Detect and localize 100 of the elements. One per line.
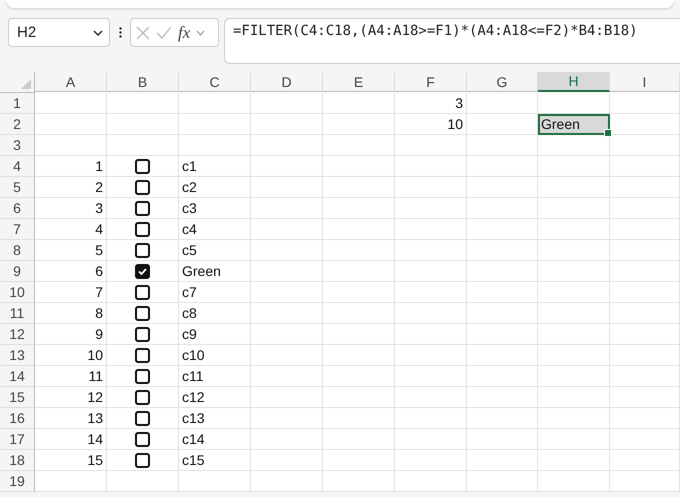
cell[interactable]: 12 — [35, 387, 107, 408]
checkbox[interactable] — [135, 348, 150, 362]
cell[interactable] — [251, 387, 323, 408]
cell[interactable] — [323, 450, 395, 471]
row-header[interactable]: 6 — [0, 198, 35, 219]
name-box[interactable]: H2 — [8, 18, 110, 47]
row-header[interactable]: 17 — [0, 429, 35, 450]
cell[interactable] — [35, 114, 107, 135]
cell[interactable] — [107, 198, 179, 219]
cell[interactable] — [610, 345, 680, 366]
checkbox[interactable] — [135, 200, 150, 216]
cell[interactable]: 2 — [35, 177, 107, 198]
cell[interactable] — [467, 387, 538, 408]
cell[interactable] — [538, 303, 610, 324]
cell[interactable]: c12 — [179, 387, 251, 408]
cell[interactable] — [107, 114, 179, 135]
cell[interactable] — [251, 198, 323, 219]
cell[interactable] — [35, 135, 107, 156]
insert-function-button[interactable]: fx — [178, 22, 190, 42]
checkbox[interactable] — [135, 410, 150, 426]
cell[interactable] — [467, 324, 538, 345]
cell[interactable] — [538, 198, 610, 219]
cell[interactable] — [610, 366, 680, 387]
row-header[interactable]: 9 — [0, 261, 35, 282]
cell[interactable] — [251, 345, 323, 366]
cell[interactable] — [538, 471, 610, 492]
cell[interactable] — [538, 261, 610, 282]
cell[interactable] — [395, 366, 467, 387]
cell[interactable] — [467, 429, 538, 450]
cell[interactable] — [251, 240, 323, 261]
cell[interactable] — [107, 177, 179, 198]
cell[interactable] — [107, 471, 179, 492]
column-header[interactable]: I — [610, 72, 680, 92]
cell[interactable] — [395, 345, 467, 366]
checkbox[interactable] — [135, 158, 150, 174]
column-header[interactable]: C — [179, 72, 251, 92]
cell[interactable] — [323, 303, 395, 324]
cell[interactable] — [251, 261, 323, 282]
cell[interactable] — [323, 345, 395, 366]
row-header[interactable]: 14 — [0, 366, 35, 387]
cell[interactable] — [323, 135, 395, 156]
cell[interactable] — [323, 387, 395, 408]
cell[interactable] — [538, 366, 610, 387]
cell[interactable]: 14 — [35, 429, 107, 450]
cell[interactable] — [107, 135, 179, 156]
row-header[interactable]: 2 — [0, 114, 35, 135]
cell[interactable] — [251, 177, 323, 198]
cell[interactable] — [538, 345, 610, 366]
cell[interactable] — [107, 324, 179, 345]
cell[interactable] — [467, 408, 538, 429]
cell[interactable] — [467, 177, 538, 198]
row-header[interactable]: 12 — [0, 324, 35, 345]
row-header[interactable]: 18 — [0, 450, 35, 471]
cell[interactable] — [610, 324, 680, 345]
row-header[interactable]: 10 — [0, 282, 35, 303]
cell[interactable] — [610, 240, 680, 261]
cell[interactable]: 8 — [35, 303, 107, 324]
cell[interactable] — [107, 450, 179, 471]
cell[interactable]: c1 — [179, 156, 251, 177]
cell[interactable] — [538, 156, 610, 177]
cell[interactable] — [467, 471, 538, 492]
row-header[interactable]: 11 — [0, 303, 35, 324]
cell[interactable] — [395, 261, 467, 282]
row-header[interactable]: 4 — [0, 156, 35, 177]
cell[interactable] — [610, 429, 680, 450]
cell[interactable] — [467, 240, 538, 261]
cell[interactable] — [538, 450, 610, 471]
cell[interactable] — [107, 261, 179, 282]
cell[interactable] — [323, 408, 395, 429]
row-header[interactable]: 7 — [0, 219, 35, 240]
formula-field[interactable]: =FILTER(C4:C18,(A4:A18>=F1)*(A4:A18<=F2)*B4:B18) — [224, 18, 680, 64]
cell[interactable] — [538, 282, 610, 303]
cell[interactable] — [107, 219, 179, 240]
cell[interactable] — [467, 282, 538, 303]
cell[interactable] — [610, 471, 680, 492]
cell[interactable] — [107, 240, 179, 261]
cell[interactable] — [610, 408, 680, 429]
cell[interactable] — [610, 177, 680, 198]
cell[interactable]: 13 — [35, 408, 107, 429]
cell[interactable] — [107, 345, 179, 366]
cell[interactable] — [323, 324, 395, 345]
checkbox[interactable] — [135, 180, 150, 194]
cell[interactable] — [610, 282, 680, 303]
cell[interactable]: 1 — [35, 156, 107, 177]
cell[interactable] — [538, 240, 610, 261]
cell[interactable]: 10 — [35, 345, 107, 366]
cell[interactable] — [467, 156, 538, 177]
cell[interactable]: 3 — [395, 93, 467, 114]
cell[interactable] — [395, 471, 467, 492]
cell[interactable]: 15 — [35, 450, 107, 471]
cell[interactable] — [395, 408, 467, 429]
cell[interactable]: c4 — [179, 219, 251, 240]
cell[interactable]: 5 — [35, 240, 107, 261]
column-header[interactable]: H — [538, 72, 610, 92]
checkbox[interactable] — [135, 326, 150, 342]
cell[interactable] — [610, 303, 680, 324]
cell[interactable] — [395, 450, 467, 471]
checkbox[interactable] — [135, 306, 150, 320]
cell[interactable] — [395, 429, 467, 450]
cell[interactable] — [467, 303, 538, 324]
